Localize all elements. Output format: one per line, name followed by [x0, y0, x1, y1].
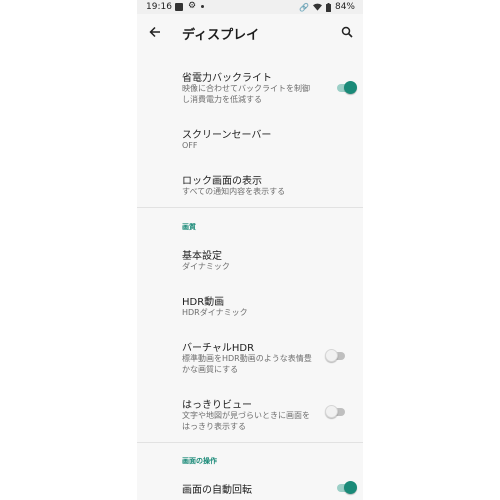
section-header-operation: 画面の操作 [182, 457, 217, 465]
divider [137, 442, 363, 443]
setting-subtitle: 文字や地図が見づらいときに画面をはっきり表示する [182, 411, 310, 431]
phone-screen: 19:16 ⚙ 🔗 84% ディスプレイ 省電力バックライト 映像に合わせてバッ… [137, 0, 363, 500]
link-icon: 🔗 [299, 2, 309, 12]
setting-title: 基本設定 [182, 251, 222, 262]
setting-subtitle: OFF [182, 141, 198, 150]
battery-icon [325, 2, 331, 12]
page-title: ディスプレイ [182, 28, 260, 43]
image-icon [175, 2, 183, 11]
setting-subtitle: 標準動画をHDR動画のような表情豊かな画質にする [182, 354, 312, 374]
wifi-icon [312, 3, 322, 11]
back-button[interactable] [145, 22, 165, 42]
clear-view-toggle[interactable] [325, 405, 347, 419]
setting-title: 省電力バックライト [182, 73, 272, 84]
setting-power-saving-backlight[interactable]: 省電力バックライト 映像に合わせてバックライトを制御し消費電力を低減する [137, 66, 363, 110]
section-header-picture: 画質 [182, 223, 196, 231]
setting-lock-screen[interactable]: ロック画面の表示 すべての通知内容を表示する [137, 169, 363, 199]
status-bar: 19:16 ⚙ 🔗 84% [137, 0, 363, 14]
setting-virtual-hdr[interactable]: バーチャルHDR 標準動画をHDR動画のような表情豊かな画質にする [137, 336, 363, 380]
divider [137, 207, 363, 208]
setting-auto-rotate[interactable]: 画面の自動回転 [137, 478, 363, 500]
setting-subtitle: HDRダイナミック [182, 308, 248, 317]
setting-clear-view[interactable]: はっきりビュー 文字や地図が見づらいときに画面をはっきり表示する [137, 393, 363, 437]
setting-title: スクリーンセーバー [182, 130, 272, 141]
status-icons-left: ⚙ [175, 1, 205, 11]
setting-title: HDR動画 [182, 297, 225, 308]
arrow-back-icon [149, 26, 160, 38]
setting-screensaver[interactable]: スクリーンセーバー OFF [137, 123, 363, 153]
auto-rotate-toggle[interactable] [335, 481, 357, 495]
status-time: 19:16 [146, 2, 172, 12]
setting-hdr-video[interactable]: HDR動画 HDRダイナミック [137, 290, 363, 320]
notification-dot-icon [201, 5, 205, 8]
setting-subtitle: 映像に合わせてバックライトを制御し消費電力を低減する [182, 84, 310, 104]
setting-basic[interactable]: 基本設定 ダイナミック [137, 244, 363, 274]
setting-title: 画面の自動回転 [182, 485, 252, 496]
setting-subtitle: ダイナミック [182, 262, 230, 271]
setting-subtitle: すべての通知内容を表示する [182, 187, 286, 196]
gear-icon: ⚙ [188, 1, 197, 11]
setting-title: バーチャルHDR [182, 343, 255, 354]
setting-title: はっきりビュー [182, 400, 252, 411]
search-icon [341, 26, 353, 38]
app-bar: ディスプレイ [137, 14, 363, 52]
search-button[interactable] [337, 22, 357, 42]
status-icons-right: 🔗 84% [299, 2, 355, 12]
backlight-toggle[interactable] [335, 81, 357, 95]
virtual-hdr-toggle[interactable] [325, 349, 347, 363]
setting-title: ロック画面の表示 [182, 176, 262, 187]
battery-percent: 84% [334, 2, 355, 12]
